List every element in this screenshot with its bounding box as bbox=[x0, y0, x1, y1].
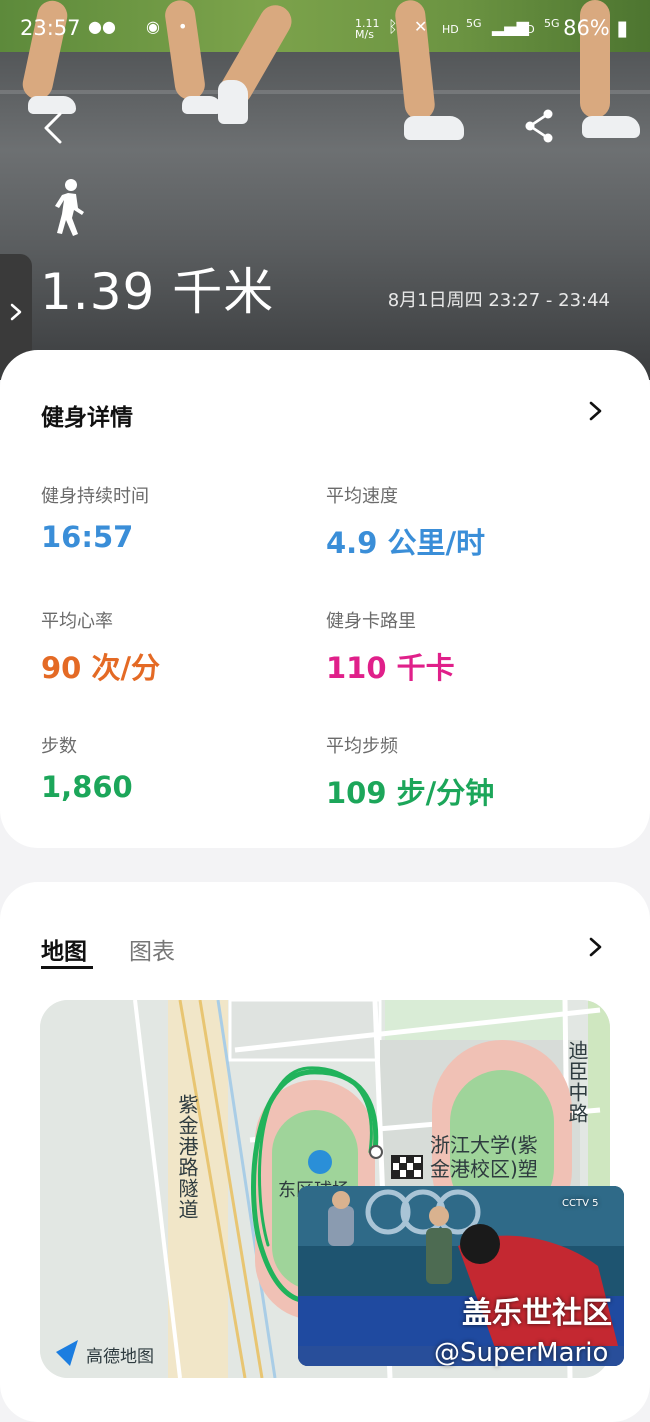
stat-label: 平均心率 bbox=[41, 611, 113, 632]
stat-label: 步数 bbox=[41, 736, 77, 757]
stat-value: 110 千卡 bbox=[326, 651, 455, 685]
stat-value: 4.9 公里/时 bbox=[326, 526, 486, 560]
mute-icon: ✕ bbox=[414, 17, 428, 36]
runner-shoe bbox=[582, 116, 640, 138]
more-notifications-icon: • bbox=[178, 17, 188, 36]
distance-value: 1.39 千米 bbox=[40, 263, 275, 321]
details-more-button[interactable] bbox=[584, 400, 606, 422]
workout-details-card: 健身详情 健身持续时间 16:57 平均速度 4.9 公里/时 平均心率 90 … bbox=[0, 350, 650, 848]
details-title: 健身详情 bbox=[41, 405, 133, 431]
chevron-right-icon bbox=[10, 303, 22, 321]
map-provider-label: 高德地图 bbox=[86, 1347, 154, 1367]
wechat-icon: ●● bbox=[88, 17, 116, 36]
road-stripe bbox=[0, 90, 650, 94]
tab-chart[interactable]: 图表 bbox=[129, 932, 175, 966]
road-label-dichen: 迪臣中路 bbox=[565, 1040, 589, 1124]
stat-label: 健身持续时间 bbox=[41, 486, 149, 507]
stat-label: 平均速度 bbox=[326, 486, 398, 507]
runner-shoe bbox=[182, 96, 222, 114]
stat-cadence: 平均步频 109 步/分钟 bbox=[326, 732, 596, 812]
campus-label-line2: 金港校区)塑 bbox=[430, 1157, 538, 1181]
stat-calories: 健身卡路里 110 千卡 bbox=[326, 607, 596, 687]
stat-label: 平均步频 bbox=[326, 736, 398, 757]
hd-badge: HD bbox=[442, 23, 459, 36]
tab-map[interactable]: 地图 bbox=[41, 932, 87, 966]
stat-value: 90 次/分 bbox=[41, 651, 161, 685]
map-more-button[interactable] bbox=[584, 936, 606, 958]
hero-banner: 23:57 ●● ◉ • 1.11 M/s ᛒ ✕ HD 5G ▂▄▆ HD 5… bbox=[0, 0, 650, 380]
stat-value: 109 步/分钟 bbox=[326, 776, 495, 810]
weibo-icon: ◉ bbox=[146, 17, 160, 36]
share-icon bbox=[525, 109, 553, 143]
stat-duration: 健身持续时间 16:57 bbox=[41, 482, 311, 554]
tv-channel-logo: CCTV 5 bbox=[562, 1198, 599, 1209]
campus-label-line1: 浙江大学(紫 bbox=[430, 1133, 538, 1157]
network-speed-unit: M/s bbox=[355, 28, 374, 41]
battery-level: 86% ▮ bbox=[563, 16, 628, 40]
stat-avg-speed: 平均速度 4.9 公里/时 bbox=[326, 482, 596, 562]
stat-steps: 步数 1,860 bbox=[41, 732, 311, 804]
road-label-zijingang: 紫金港路隧道 bbox=[175, 1094, 199, 1220]
watermark-author: @SuperMario bbox=[434, 1338, 609, 1368]
chevron-right-icon bbox=[589, 937, 602, 957]
watermark-community: 盖乐世社区 bbox=[462, 1296, 612, 1331]
stat-avg-heart-rate: 平均心率 90 次/分 bbox=[41, 607, 311, 687]
status-bar: 23:57 ●● ◉ • 1.11 M/s ᛒ ✕ HD 5G ▂▄▆ HD 5… bbox=[0, 0, 650, 58]
share-button[interactable] bbox=[520, 106, 560, 146]
stat-value: 16:57 bbox=[41, 520, 134, 554]
hd-badge-2: HD bbox=[518, 23, 535, 36]
bluetooth-icon: ᛒ bbox=[388, 17, 398, 36]
chevron-right-icon bbox=[589, 401, 602, 421]
runner-shoe bbox=[404, 116, 464, 140]
workout-datetime: 8月1日周四 23:27 - 23:44 bbox=[387, 290, 610, 311]
tab-map-indicator bbox=[41, 966, 93, 969]
back-arrow-icon bbox=[44, 112, 62, 144]
walking-icon bbox=[50, 178, 90, 238]
battery-percent: 86% bbox=[563, 16, 610, 40]
stat-label: 健身卡路里 bbox=[326, 611, 416, 632]
runner-shoe bbox=[218, 80, 248, 124]
status-time: 23:57 bbox=[20, 16, 81, 40]
road-background bbox=[0, 52, 650, 380]
back-button[interactable] bbox=[36, 108, 76, 148]
5g-badge: 5G bbox=[466, 17, 482, 30]
5g-badge-2: 5G bbox=[544, 17, 560, 30]
stat-value: 1,860 bbox=[41, 770, 133, 804]
network-speed: 1.11 M/s bbox=[355, 18, 380, 40]
